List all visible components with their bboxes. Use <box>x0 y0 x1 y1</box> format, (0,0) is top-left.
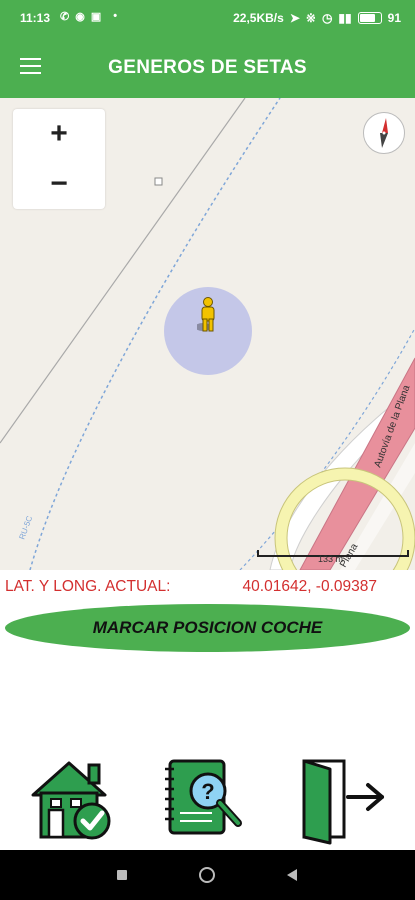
coordinates-row: LAT. Y LONG. ACTUAL: 40.01642, -0.09387 <box>0 570 415 600</box>
whatsapp-icon: ✆ <box>60 11 70 23</box>
road-node <box>154 177 163 186</box>
house-check-icon <box>31 761 111 840</box>
mark-car-position-button[interactable]: MARCAR POSICION COCHE <box>5 604 410 652</box>
notebook-magnifier-icon: ? <box>165 759 242 835</box>
exit-door-icon <box>302 759 384 845</box>
battery-icon <box>357 12 382 24</box>
page-title: GENEROS DE SETAS <box>108 57 307 78</box>
status-bar: 11:13 ✆ ◉ ▣ • 22,5KB/s ➤ ※ ◷ ▮▮ 91 <box>0 0 415 38</box>
network-speed: 22,5KB/s <box>233 11 284 25</box>
app-bar: GENEROS DE SETAS <box>0 38 415 98</box>
path-label: RU-5C <box>17 514 34 540</box>
zoom-control: + − <box>13 109 105 209</box>
scale-label: 133 m <box>318 554 344 564</box>
recents-icon[interactable] <box>117 870 127 880</box>
home-check-button[interactable] <box>29 755 119 845</box>
person-icon <box>197 297 215 332</box>
exit-button[interactable] <box>296 755 386 845</box>
zoom-out-button[interactable]: − <box>13 159 105 209</box>
motorway <box>299 357 415 570</box>
system-nav-bar <box>0 850 415 900</box>
messenger-icon: ◉ <box>75 11 85 23</box>
home-icon[interactable] <box>199 867 215 883</box>
laptop-icon: ▣ <box>90 11 102 23</box>
svg-text:?: ? <box>201 779 214 804</box>
zoom-in-button[interactable]: + <box>13 109 105 159</box>
back-icon[interactable] <box>287 869 297 881</box>
map-view[interactable]: Autovía de la Plana Plana RU-5C 133 m + … <box>0 98 415 570</box>
coordinates-label: LAT. Y LONG. ACTUAL: <box>5 578 171 595</box>
bottom-actions: ? <box>0 755 415 845</box>
battery-percent: 91 <box>387 11 401 25</box>
status-time: 11:13 <box>20 11 51 25</box>
signal-icon: ▮▮ <box>338 11 352 25</box>
dot-icon: • <box>113 10 118 22</box>
location-icon: ➤ <box>289 11 300 25</box>
bluetooth-icon: ※ <box>305 11 316 25</box>
coordinates-value: 40.01642, -0.09387 <box>242 578 377 595</box>
alarm-icon: ◷ <box>321 11 333 25</box>
compass-icon[interactable] <box>363 112 405 154</box>
search-guide-button[interactable]: ? <box>162 755 252 845</box>
